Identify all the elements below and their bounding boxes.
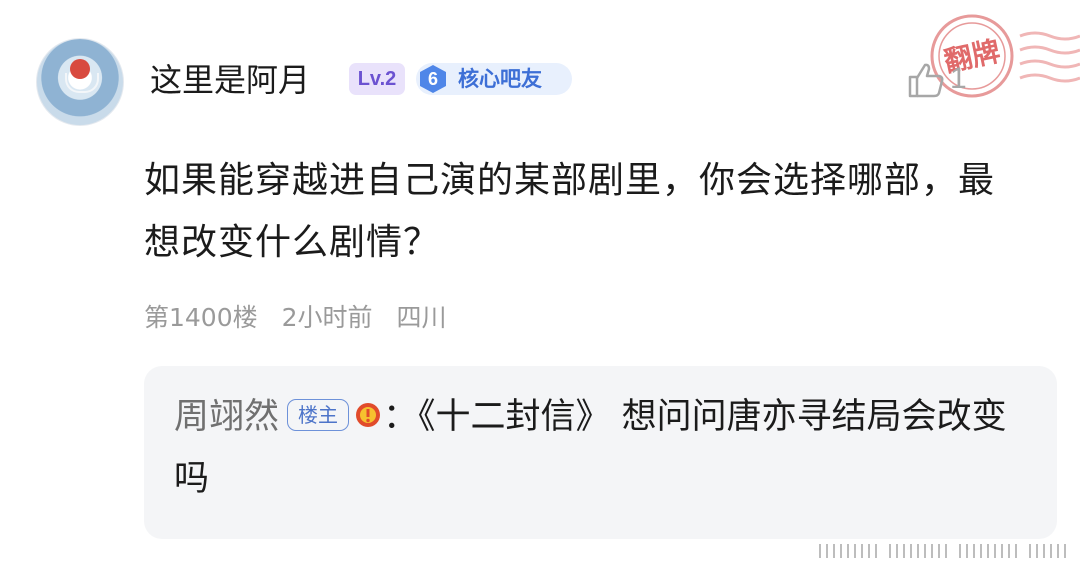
- fan-label: 核心吧友: [458, 67, 542, 91]
- fan-badge: 6 核心吧友: [416, 63, 572, 95]
- fan-level-number: 6: [427, 69, 438, 89]
- post-time: 2小时前: [281, 303, 373, 332]
- post-location: 四川: [396, 303, 447, 332]
- like-button[interactable]: 1: [906, 58, 976, 106]
- thumbs-up-icon: [908, 63, 944, 98]
- floor-number: 第1400楼: [144, 303, 258, 332]
- question-text: 如果能穿越进自己演的某部剧里，你会选择哪部，最想改变什么剧情？: [144, 160, 996, 263]
- like-count: 1: [950, 62, 967, 95]
- avatar[interactable]: [36, 38, 124, 126]
- owner-tag: 楼主: [287, 399, 350, 431]
- signature-watermark: [819, 544, 1066, 558]
- reply-username[interactable]: 周翊然: [174, 397, 279, 437]
- level-badge: Lv.2: [349, 63, 405, 95]
- post-meta: 第1400楼 2小时前 四川: [144, 298, 462, 334]
- username[interactable]: 这里是阿月: [150, 58, 310, 102]
- reply-colon: ：: [383, 397, 419, 437]
- fan-level-icon: 6: [416, 63, 450, 95]
- avatar-cup: [65, 73, 99, 93]
- reply-content: 周翊然 楼主 ：《十二封信》 想问问唐亦寻结局会改变吗: [174, 386, 1034, 510]
- reply-box[interactable]: 周翊然 楼主 ：《十二封信》 想问问唐亦寻结局会改变吗: [144, 366, 1057, 539]
- warning-icon: [356, 403, 381, 427]
